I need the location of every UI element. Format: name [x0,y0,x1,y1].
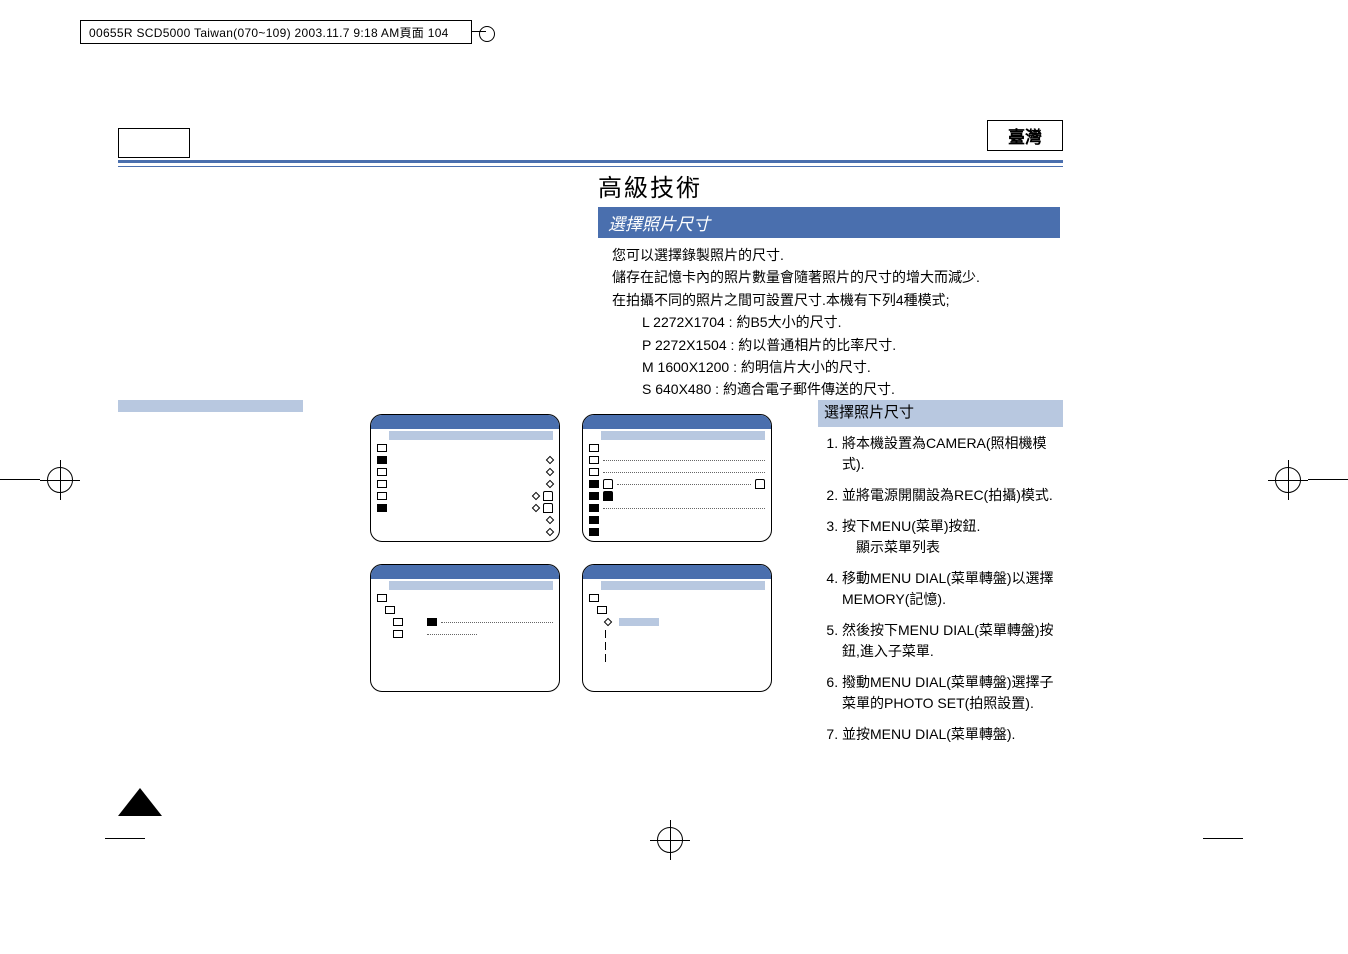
menu-icon [377,444,387,452]
screen-highlight [601,431,765,440]
screen-header [371,565,559,579]
step-item: 移動MENU DIAL(菜單轉盤)以選擇MEMORY(記憶). [842,568,1063,610]
step-item: 並將電源開關設為REC(拍攝)模式. [842,485,1063,506]
header-rule [118,128,1063,156]
intro-line: 在拍攝不同的照片之間可設置尺寸.本機有下列4種模式; [612,289,1060,311]
menu-icon [597,606,607,614]
lock-icon [755,479,765,489]
menu-icon [589,516,599,524]
registration-mark-bottom [620,820,720,860]
lock-icon [603,479,613,489]
menu-icon [377,492,387,500]
step-item: 按下MENU(菜單)按鈕. 顯示菜單列表 [842,516,1063,558]
menu-icon [589,480,599,488]
step-item: 將本機設置為CAMERA(照相機模式). [842,433,1063,475]
steps-title: 選擇照片尺寸 [818,400,1063,427]
menu-icon [385,606,395,614]
menu-screen-3 [370,564,560,692]
step-item: 然後按下MENU DIAL(菜單轉盤)按鈕,進入子菜單. [842,620,1063,662]
diamond-icon [546,516,554,524]
screen-highlight [389,431,553,440]
selected-item [619,618,659,626]
lock-icon [543,491,553,501]
menu-icon [377,504,387,512]
tree-line [605,642,606,650]
menu-screen-2 [582,414,772,542]
menu-icon [589,492,599,500]
diamond-icon [546,528,554,536]
dotted-line [603,507,765,509]
spine-connector [472,31,486,32]
intro-text: 您可以選擇錄製照片的尺寸. 儲存在記憶卡內的照片數量會隨著照片的尺寸的增大而減少… [598,238,1060,401]
document-spine-text: 00655R SCD5000 Taiwan(070~109) 2003.11.7… [85,24,453,41]
screen-highlight [601,581,765,590]
menu-icon [377,468,387,476]
crop-line [105,838,145,839]
crop-line [1203,838,1243,839]
step-text: 按下MENU(菜單)按鈕. [842,518,980,534]
lock-icon [603,491,613,501]
step-item: 撥動MENU DIAL(菜單轉盤)選擇子菜單的PHOTO SET(拍照設置). [842,672,1063,714]
menu-screen-1 [370,414,560,542]
menu-icon [589,456,599,464]
menu-icon [427,618,437,626]
menu-icon [589,444,599,452]
dotted-line [603,471,765,473]
left-margin-bar [118,400,303,412]
dotted-line [617,483,751,485]
menu-icon [589,594,599,602]
dotted-line [427,633,477,635]
diamond-icon [546,480,554,488]
size-mode-M: M 1600X1200 : 約明信片大小的尺寸. [642,356,1060,378]
screen-header [583,415,771,429]
menu-icon [589,468,599,476]
menu-icon [377,594,387,602]
menu-icon [393,618,403,626]
size-mode-P: P 2272X1504 : 約以普通相片的比率尺寸. [642,334,1060,356]
diamond-icon [546,468,554,476]
registration-mark-left [0,460,100,500]
diamond-icon [532,504,540,512]
dotted-line [441,621,553,623]
menu-icon [377,456,387,464]
menu-icon [589,528,599,536]
menu-icon [393,630,403,638]
tree-line [605,654,606,662]
lock-icon [543,503,553,513]
size-mode-S: S 640X480 : 約適合電子郵件傳送的尺寸. [642,378,1060,400]
screen-highlight [389,581,553,590]
section-title: 選擇照片尺寸 [598,207,1060,238]
diamond-icon [546,456,554,464]
page-heading: 高級技術 [598,168,1060,203]
intro-line: 您可以選擇錄製照片的尺寸. [612,244,1060,266]
step-subtext: 顯示菜單列表 [842,537,1063,558]
main-content: 高級技術 選擇照片尺寸 您可以選擇錄製照片的尺寸. 儲存在記憶卡內的照片數量會隨… [598,168,1060,401]
registration-mark-right [1248,460,1348,500]
diamond-icon [532,492,540,500]
page-corner-triangle-icon [118,788,162,816]
steps-list: 將本機設置為CAMERA(照相機模式). 並將電源開關設為REC(拍攝)模式. … [818,433,1063,745]
step-item: 並按MENU DIAL(菜單轉盤). [842,724,1063,745]
dotted-line [603,459,765,461]
steps-column: 選擇照片尺寸 將本機設置為CAMERA(照相機模式). 並將電源開關設為REC(… [818,400,1063,755]
size-mode-L: L 2272X1704 : 約B5大小的尺寸. [642,311,1060,333]
intro-line: 儲存在記憶卡內的照片數量會隨著照片的尺寸的增大而減少. [612,266,1060,288]
menu-icon [589,504,599,512]
screen-header [583,565,771,579]
diamond-icon [604,618,612,626]
menu-screen-4 [582,564,772,692]
tree-line [605,630,606,638]
screen-header [371,415,559,429]
menu-icon [377,480,387,488]
